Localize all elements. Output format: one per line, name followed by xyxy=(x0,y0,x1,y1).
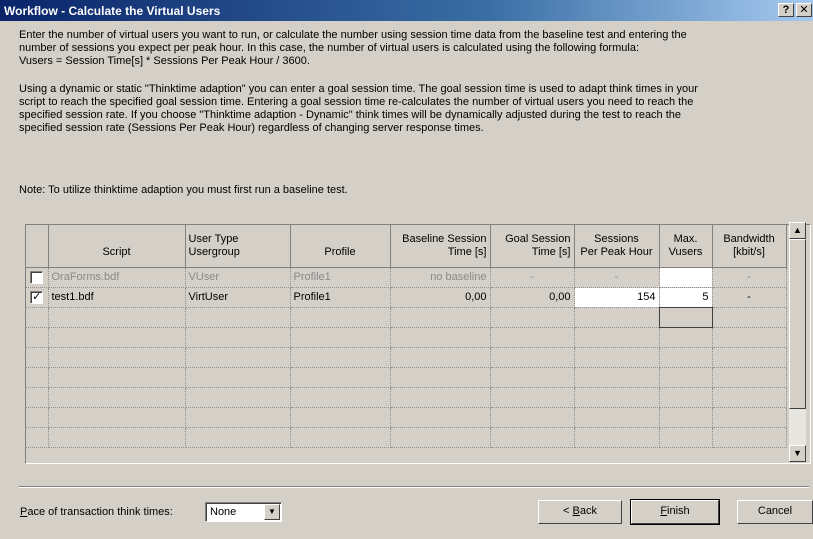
profile-cell[interactable]: Profile1 xyxy=(290,287,391,308)
header-script[interactable]: Script xyxy=(48,225,186,268)
thinktime-line: specified session rate. If you choose "T… xyxy=(19,109,682,121)
finish-button[interactable]: Finish xyxy=(630,499,720,525)
bandwidth-cell: - xyxy=(712,267,787,288)
header-bandwidth[interactable]: Bandwidth [kbit/s] xyxy=(712,225,787,268)
window-title: Workflow - Calculate the Virtual Users xyxy=(4,4,221,18)
sessions-cell[interactable]: 154 xyxy=(574,287,660,308)
profile-cell[interactable]: Profile1 xyxy=(290,267,391,288)
table-row xyxy=(26,327,787,348)
formula-line: Vusers = Session Time[s] * Sessions Per … xyxy=(19,55,310,67)
baseline-note: Note: To utilize thinktime adaption you … xyxy=(19,184,348,196)
scroll-down-icon[interactable]: ▼ xyxy=(789,445,806,462)
close-button[interactable]: ✕ xyxy=(796,3,812,17)
scroll-thumb[interactable] xyxy=(789,239,806,409)
table-row xyxy=(26,427,787,448)
header-sessions-per-peak-hour[interactable]: Sessions Per Peak Hour xyxy=(574,225,660,268)
header-checkbox-col xyxy=(26,225,49,268)
table-row xyxy=(26,367,787,388)
script-cell[interactable]: test1.bdf xyxy=(48,287,186,308)
baseline-cell: no baseline xyxy=(390,267,491,288)
thinktime-line: script to reach the specified goal sessi… xyxy=(19,96,694,108)
virtual-users-grid: Script User Type Usergroup Profile Baseli… xyxy=(25,224,811,464)
title-bar: Workflow - Calculate the Virtual Users ?… xyxy=(0,0,813,21)
selected-empty-cell[interactable] xyxy=(658,306,713,328)
table-row xyxy=(26,407,787,428)
header-usertype[interactable]: User Type Usergroup xyxy=(185,225,291,268)
help-button[interactable]: ? xyxy=(778,3,794,17)
header-max-vusers[interactable]: Max. Vusers xyxy=(659,225,713,268)
table-row xyxy=(26,387,787,408)
script-cell[interactable]: OraForms.bdf xyxy=(48,267,186,288)
header-profile[interactable]: Profile xyxy=(290,225,391,268)
bandwidth-cell: - xyxy=(712,287,787,308)
pace-label: Pace of transaction think times: xyxy=(20,506,173,518)
max-vusers-cell[interactable]: 5 xyxy=(659,287,713,308)
header-goal-session-time[interactable]: Goal Session Time [s] xyxy=(490,225,575,268)
intro-line: Enter the number of virtual users you wa… xyxy=(19,29,687,41)
table-row: ✓ test1.bdf VirtUser Profile1 0,00 0,00 … xyxy=(26,287,787,308)
pace-selected-value: None xyxy=(210,506,237,518)
baseline-cell: 0,00 xyxy=(390,287,491,308)
usertype-cell[interactable]: VirtUser xyxy=(185,287,291,308)
grid-header-row: Script User Type Usergroup Profile Baseli… xyxy=(26,225,787,268)
usertype-cell[interactable]: VUser xyxy=(185,267,291,288)
table-row: OraForms.bdf VUser Profile1 no baseline … xyxy=(26,267,787,288)
intro-paragraph: Enter the number of virtual users you wa… xyxy=(19,29,799,68)
row-checkbox[interactable] xyxy=(30,270,44,284)
footer-separator xyxy=(19,486,809,488)
thinktime-line: Using a dynamic or static "Thinktime ada… xyxy=(19,83,698,95)
thinktime-paragraph: Using a dynamic or static "Thinktime ada… xyxy=(19,83,799,135)
back-button[interactable]: < Back xyxy=(538,500,622,524)
table-row xyxy=(26,347,787,368)
thinktime-line: specified session rate (Sessions Per Pea… xyxy=(19,122,484,134)
cancel-button[interactable]: Cancel xyxy=(737,500,813,524)
max-vusers-cell[interactable] xyxy=(659,267,713,288)
header-baseline-session-time[interactable]: Baseline Session Time [s] xyxy=(390,225,491,268)
chevron-down-icon[interactable]: ▼ xyxy=(264,504,280,520)
scroll-up-icon[interactable]: ▲ xyxy=(789,222,806,239)
row-checkbox[interactable]: ✓ xyxy=(30,290,44,304)
goal-session-cell[interactable]: - xyxy=(490,267,575,288)
grid-vertical-scrollbar[interactable]: ▲ ▼ xyxy=(789,222,806,462)
intro-line: number of sessions you expect per peak h… xyxy=(19,42,639,54)
sessions-cell[interactable]: - xyxy=(574,267,660,288)
table-row xyxy=(26,306,787,328)
goal-session-cell[interactable]: 0,00 xyxy=(490,287,575,308)
pace-select[interactable]: None ▼ xyxy=(205,502,282,522)
